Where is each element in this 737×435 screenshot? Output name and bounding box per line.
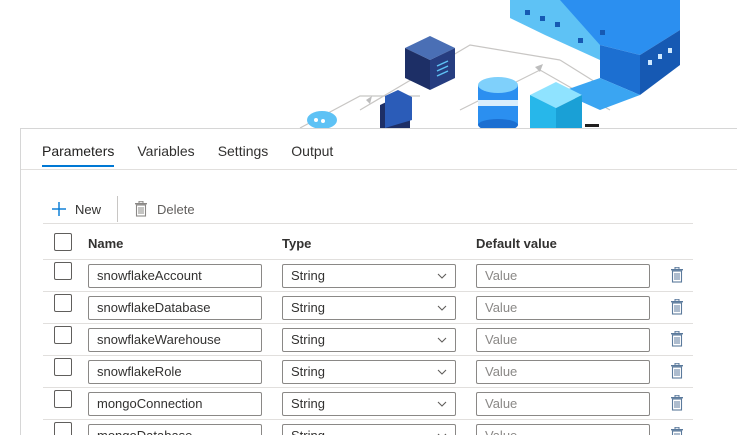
parameter-name-input[interactable]: snowflakeDatabase [88,296,262,320]
parameter-name-input[interactable]: snowflakeWarehouse [88,328,262,352]
parameter-type-select[interactable]: String [282,360,456,384]
row-checkbox[interactable] [54,390,72,408]
parameter-type-select[interactable]: String [282,424,456,435]
header-type: Type [282,236,312,251]
table-row: snowflakeWarehouse String Value [21,326,737,358]
chevron-down-icon [437,273,447,279]
row-divider [43,323,693,324]
hero-illustration [0,0,737,128]
tab-settings[interactable]: Settings [218,143,269,167]
trash-icon[interactable] [670,395,684,411]
type-select-value: String [291,364,325,379]
cloud-icon [307,111,337,128]
default-value-input[interactable]: Value [476,296,650,320]
parameter-name-input[interactable]: snowflakeAccount [88,264,262,288]
parameters-toolbar: New Delete [51,195,195,223]
row-divider [43,419,693,420]
parameter-type-select[interactable]: String [282,392,456,416]
parameter-name-input[interactable]: mongoDatabase [88,424,262,435]
table-row: mongoDatabase String Value [21,422,737,435]
chevron-down-icon [437,305,447,311]
parameter-name-input[interactable]: snowflakeRole [88,360,262,384]
default-value-input[interactable]: Value [476,328,650,352]
table-row: snowflakeRole String Value [21,358,737,390]
row-divider [43,387,693,388]
parameter-type-select[interactable]: String [282,264,456,288]
table-row: snowflakeDatabase String Value [21,294,737,326]
table-header-divider [43,259,693,260]
toolbar-separator [117,196,119,222]
row-checkbox[interactable] [54,358,72,376]
delete-parameter-button[interactable]: Delete [134,201,195,217]
type-select-value: String [291,300,325,315]
chevron-down-icon [437,433,447,435]
default-value-input[interactable]: Value [476,264,650,288]
type-select-value: String [291,396,325,411]
database-icon [478,77,518,128]
select-all-checkbox[interactable] [54,233,72,251]
header-name: Name [88,236,124,251]
row-checkbox[interactable] [54,262,72,280]
table-row: mongoConnection String Value [21,390,737,422]
table-row: snowflakeAccount String Value [21,262,737,294]
row-checkbox[interactable] [54,422,72,435]
trash-icon [135,201,148,217]
chevron-down-icon [437,401,447,407]
parameter-type-select[interactable]: String [282,328,456,352]
tab-list: Parameters Variables Settings Output [42,143,356,167]
header-default-value: Default value [476,236,557,251]
chevron-down-icon [437,337,447,343]
trash-icon[interactable] [670,331,684,347]
chevron-down-icon [437,369,447,375]
trash-icon[interactable] [670,363,684,379]
tab-parameters[interactable]: Parameters [42,143,115,167]
type-select-value: String [291,332,325,347]
tab-output[interactable]: Output [291,143,333,167]
parameter-name-input[interactable]: mongoConnection [88,392,262,416]
tab-divider [21,169,737,170]
default-value-input[interactable]: Value [476,360,650,384]
table-top-divider [43,223,693,224]
row-checkbox[interactable] [54,294,72,312]
row-checkbox[interactable] [54,326,72,344]
table-header: Name Type Default value [21,230,737,260]
trash-icon[interactable] [670,267,684,283]
type-select-value: String [291,268,325,283]
new-parameter-button[interactable]: New [51,201,101,217]
parameter-type-select[interactable]: String [282,296,456,320]
tab-variables[interactable]: Variables [137,143,194,167]
row-divider [43,291,693,292]
trash-icon[interactable] [670,299,684,315]
default-value-input[interactable]: Value [476,392,650,416]
default-value-input[interactable]: Value [476,424,650,435]
new-button-label: New [75,201,102,217]
pipeline-properties-panel: Parameters Variables Settings Output New… [20,128,737,435]
delete-button-label: Delete [157,201,195,217]
pipeline-cube-icon [405,36,455,90]
data-pipeline-illustration [299,0,680,128]
plus-icon [52,202,66,216]
row-divider [43,355,693,356]
